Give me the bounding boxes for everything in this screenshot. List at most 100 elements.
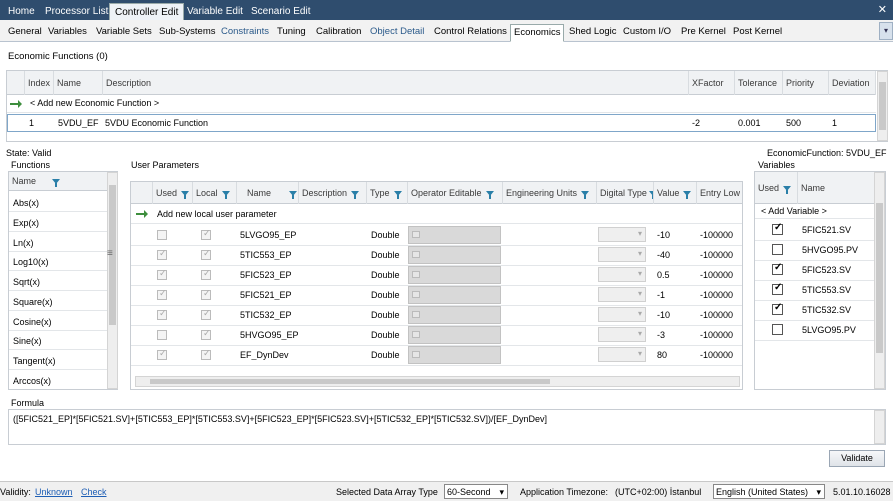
filter-icon[interactable] [289,191,298,200]
col-name[interactable]: Name [237,182,299,204]
col-entry-low[interactable]: Entry Low [697,182,742,204]
filter-icon[interactable] [485,191,494,200]
operator-editable-field[interactable] [408,286,501,304]
var-col-used[interactable]: Used [755,172,798,204]
table-row[interactable]: 5TIC532_EP Double -10 -100000 [131,305,742,325]
variable-used-checkbox[interactable] [772,244,783,255]
table-row[interactable]: 5HVGO95.PV [755,240,874,260]
table-row[interactable]: 5HVGO95_EP Double -3 -100000 [131,325,742,345]
tab-economics[interactable]: Economics [510,24,565,42]
variable-used-checkbox[interactable] [772,262,783,275]
table-row[interactable]: 5FIC521.SV [755,220,874,240]
local-checkbox[interactable] [201,248,211,260]
used-checkbox[interactable] [157,330,167,340]
filter-icon[interactable] [581,191,590,200]
table-row[interactable]: 5LVGO95.PV [755,320,874,340]
tab-shed-logic[interactable]: Shed Logic [567,24,619,42]
col-xfactor[interactable]: XFactor [689,71,735,95]
close-icon[interactable]: ✕ [878,3,887,16]
col-tolerance[interactable]: Tolerance [735,71,783,95]
local-checkbox[interactable] [201,308,211,320]
col-priority[interactable]: Priority [783,71,829,95]
filter-icon[interactable] [221,191,230,200]
filter-icon[interactable] [683,191,692,200]
local-checkbox[interactable] [201,288,211,300]
table-row[interactable]: 5FIC523_EP Double 0.5 -100000 [131,265,742,285]
used-checkbox[interactable] [157,348,167,360]
variable-used-checkbox[interactable] [772,302,783,315]
tab-calibration[interactable]: Calibration [314,24,363,42]
filter-icon[interactable] [181,191,190,200]
col-type[interactable]: Type [367,182,408,204]
col-description[interactable]: Description [103,71,689,95]
digital-type-select[interactable] [598,247,646,262]
tab-post-kernel[interactable]: Post Kernel [731,24,784,42]
operator-editable-field[interactable] [408,266,501,284]
col-index[interactable]: Index [25,71,54,95]
table-row[interactable]: 5TIC532.SV [755,300,874,320]
tab-custom-io[interactable]: Custom I/O [621,24,673,42]
tab-scenario-edit[interactable]: Scenario Edit [246,3,315,20]
table-row[interactable]: 5FIC523.SV [755,260,874,280]
digital-type-select[interactable] [598,267,646,282]
validate-button[interactable]: Validate [829,450,885,467]
data-array-select[interactable]: 60-Second ▾ [444,484,508,499]
col-operator-editable[interactable]: Operator Editable [408,182,503,204]
table-row[interactable]: 5TIC553.SV [755,280,874,300]
add-variable-row[interactable]: < Add Variable > [761,206,827,216]
formula-editor[interactable]: ([5FIC521_EP]*[5FIC521.SV]+[5TIC553_EP]*… [8,409,886,445]
local-checkbox[interactable] [201,328,211,340]
used-checkbox[interactable] [157,288,167,300]
functions-scrollbar[interactable] [107,172,118,389]
variables-scrollbar[interactable] [874,172,885,389]
operator-editable-field[interactable] [408,326,501,344]
tab-sub-systems[interactable]: Sub-Systems [157,24,218,42]
tab-general[interactable]: General [6,24,44,42]
tab-variable-edit[interactable]: Variable Edit [182,3,248,20]
col-engineering-units[interactable]: Engineering Units [503,182,597,204]
used-checkbox[interactable] [157,248,167,260]
table-row[interactable]: 5TIC553_EP Double -40 -100000 [131,245,742,265]
col-description[interactable]: Description [299,182,367,204]
add-economic-function-row[interactable]: < Add new Economic Function > [30,98,159,108]
used-checkbox[interactable] [157,268,167,280]
tab-home[interactable]: Home [3,3,40,20]
add-local-user-parameter-row[interactable]: Add new local user parameter [157,209,277,219]
used-checkbox[interactable] [157,308,167,320]
user-params-h-scrollbar[interactable] [135,376,740,387]
local-checkbox[interactable] [201,228,211,240]
digital-type-select[interactable] [598,327,646,342]
digital-type-select[interactable] [598,307,646,322]
filter-icon[interactable] [783,186,792,195]
variable-used-checkbox[interactable] [772,324,783,335]
tab-constraints[interactable]: Constraints [219,24,271,42]
col-used[interactable]: Used [153,182,193,204]
tab-processor-list[interactable]: Processor List [40,3,113,20]
operator-editable-field[interactable] [408,306,501,324]
col-value[interactable]: Value [654,182,697,204]
operator-editable-field[interactable] [408,246,501,264]
filter-icon[interactable] [351,191,360,200]
check-link[interactable]: Check [81,487,107,497]
local-checkbox[interactable] [201,348,211,360]
tab-object-detail[interactable]: Object Detail [368,24,426,42]
operator-editable-field[interactable] [408,226,501,244]
tab-overflow-dropdown[interactable]: ▾ [879,22,893,40]
tab-pre-kernel[interactable]: Pre Kernel [679,24,728,42]
tab-controller-edit[interactable]: Controller Edit [109,3,185,20]
tab-tuning[interactable]: Tuning [275,24,308,42]
variable-used-checkbox[interactable] [772,282,783,295]
table-row[interactable]: EF_DynDev Double 80 -100000 [131,345,742,365]
col-local[interactable]: Local [193,182,237,204]
formula-scrollbar[interactable] [874,410,885,444]
language-select[interactable]: English (United States) ▾ [713,484,825,499]
tab-variables[interactable]: Variables [46,24,89,42]
splitter-grip[interactable]: ≡ [107,248,113,259]
tab-variable-sets[interactable]: Variable Sets [94,24,154,42]
col-name[interactable]: Name [54,71,103,95]
used-checkbox[interactable] [157,230,167,240]
digital-type-select[interactable] [598,227,646,242]
validity-value-link[interactable]: Unknown [35,487,73,497]
col-digital-type[interactable]: Digital Type [597,182,654,204]
var-col-name[interactable]: Name [798,172,874,204]
